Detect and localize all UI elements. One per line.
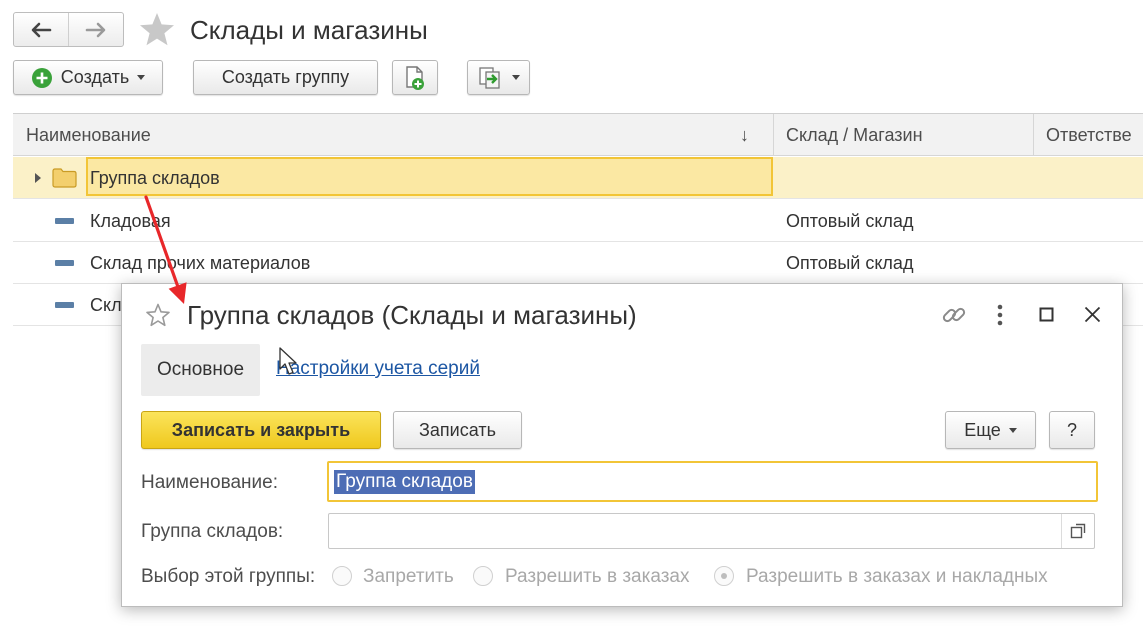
add-document-icon xyxy=(406,65,424,90)
dialog-title: Группа складов (Склады и магазины) xyxy=(187,300,637,330)
save-button[interactable]: Записать xyxy=(393,411,522,449)
row-name: Скл xyxy=(90,295,122,315)
save-label: Записать xyxy=(419,419,496,440)
radio-selected-dot xyxy=(721,573,727,579)
save-and-close-button[interactable]: Записать и закрыть xyxy=(141,411,381,449)
parent-group-input[interactable] xyxy=(328,513,1095,549)
radio-forbid[interactable] xyxy=(332,566,352,586)
dropdown-caret-icon xyxy=(1008,427,1017,433)
navigation-buttons xyxy=(13,12,124,47)
create-group-label: Создать группу xyxy=(221,67,350,87)
table-row[interactable]: Склад прочих материалов Оптовый склад xyxy=(13,242,1143,284)
sort-descending-icon[interactable]: ↓ xyxy=(740,114,749,156)
row-type: Оптовый склад xyxy=(786,211,914,231)
table-row[interactable]: Кладовая Оптовый склад xyxy=(13,200,1143,242)
item-marker-icon xyxy=(55,302,74,308)
column-divider[interactable] xyxy=(773,114,774,156)
forward-button[interactable] xyxy=(68,13,123,46)
save-and-close-label: Записать и закрыть xyxy=(171,419,351,440)
more-button[interactable]: Еще xyxy=(945,411,1036,449)
folder-icon xyxy=(52,168,77,188)
dropdown-caret-icon xyxy=(511,75,520,80)
name-field-label: Наименование: xyxy=(141,472,278,493)
row-name: Кладовая xyxy=(90,211,171,231)
back-button[interactable] xyxy=(14,13,68,46)
row-name: Группа складов xyxy=(90,168,220,188)
radio-allow-orders-invoices-label: Разрешить в заказах и накладных xyxy=(746,566,1048,587)
tab-main[interactable]: Основное xyxy=(141,344,260,396)
column-header-name[interactable]: Наименование xyxy=(26,114,151,156)
group-edit-dialog: Группа складов (Склады и магазины) Основ… xyxy=(121,283,1123,607)
maximize-icon[interactable] xyxy=(1039,307,1054,322)
star-outline-icon[interactable] xyxy=(146,303,170,327)
radio-forbid-label: Запретить xyxy=(363,566,454,587)
table-row[interactable]: Группа складов xyxy=(13,157,1143,199)
more-label: Еще xyxy=(964,419,1001,440)
close-icon[interactable] xyxy=(1084,306,1101,323)
column-divider[interactable] xyxy=(1033,114,1034,156)
create-group-button[interactable]: Создать группу xyxy=(193,60,378,95)
group-field-label: Группа складов: xyxy=(141,521,284,542)
help-label: ? xyxy=(1066,419,1077,440)
row-name: Склад прочих материалов xyxy=(90,253,311,273)
radio-allow-orders[interactable] xyxy=(473,566,493,586)
radio-allow-orders-invoices[interactable] xyxy=(714,566,734,586)
choice-field-label: Выбор этой группы: xyxy=(141,566,316,587)
star-icon[interactable] xyxy=(139,12,175,46)
related-documents-button[interactable] xyxy=(467,60,530,95)
open-icon[interactable] xyxy=(1070,523,1086,539)
copy-button[interactable] xyxy=(392,60,438,95)
plus-circle-icon xyxy=(31,67,52,88)
tab-series-settings[interactable]: Настройки учета серий xyxy=(276,358,480,380)
table-header: Наименование ↓ Склад / Магазин Ответстве xyxy=(13,113,1143,156)
item-marker-icon xyxy=(55,260,74,266)
create-button[interactable]: Создать xyxy=(13,60,163,95)
link-icon[interactable] xyxy=(941,302,967,328)
page-title: Склады и магазины xyxy=(190,15,428,45)
input-divider xyxy=(1061,514,1062,548)
related-documents-icon xyxy=(478,66,500,89)
back-arrow-icon xyxy=(31,22,52,37)
row-type: Оптовый склад xyxy=(786,253,914,273)
column-header-warehouse-type[interactable]: Склад / Магазин xyxy=(786,114,923,156)
help-button[interactable]: ? xyxy=(1049,411,1095,449)
radio-allow-orders-label: Разрешить в заказах xyxy=(505,566,690,587)
create-label: Создать xyxy=(60,67,130,87)
name-input[interactable]: Группа складов xyxy=(327,461,1098,502)
item-marker-icon xyxy=(55,218,74,224)
name-input-value: Группа складов xyxy=(334,470,475,494)
forward-arrow-icon xyxy=(85,22,106,37)
dropdown-caret-icon xyxy=(137,75,146,80)
expand-triangle-icon[interactable] xyxy=(33,172,43,184)
more-options-icon[interactable] xyxy=(995,303,1005,327)
column-header-responsible[interactable]: Ответстве xyxy=(1046,114,1132,156)
